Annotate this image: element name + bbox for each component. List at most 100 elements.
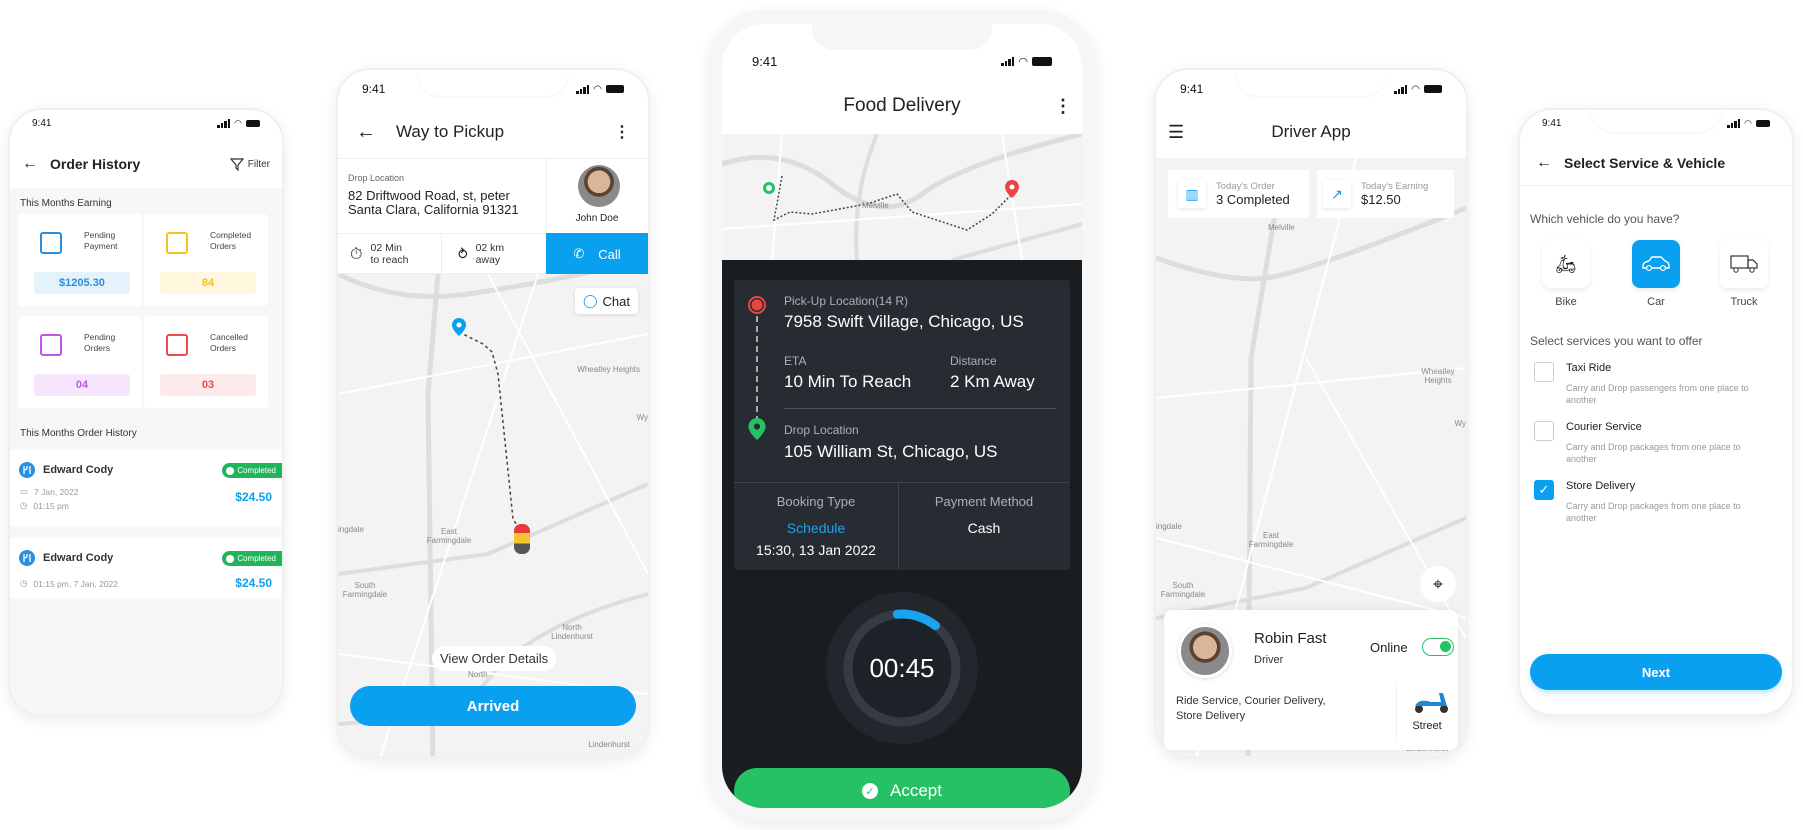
- status-text: Completed: [237, 466, 276, 475]
- map-label: Wheatley Heights: [1421, 367, 1455, 385]
- battery-icon: [606, 85, 624, 93]
- car-icon: [1642, 256, 1670, 272]
- map-label: East Farmingdale: [1248, 531, 1294, 549]
- order-details-card: Pick-Up Location(14 R) 7958 Swift Villag…: [734, 280, 1070, 570]
- status-bar: 9:41 ◠: [338, 82, 648, 96]
- view-order-details-button[interactable]: View Order Details: [432, 646, 557, 671]
- customer-name: Edward Cody: [43, 552, 114, 564]
- driver-profile-card: Robin Fast Driver Online Ride Service, C…: [1164, 610, 1458, 750]
- briefcase-icon: ▥: [1178, 180, 1206, 208]
- date-text: 7 Jan, 2022: [34, 486, 79, 497]
- status-bar: 9:41 ◠: [722, 54, 1082, 69]
- card-value: $1205.30: [34, 272, 130, 294]
- page-title: Way to Pickup: [396, 122, 505, 141]
- truck-icon: [1730, 255, 1758, 273]
- status-text: Completed: [237, 554, 276, 563]
- stats-row: ▥ Today's Order 3 Completed ↗ Today's Ear…: [1168, 170, 1454, 218]
- map-view[interactable]: Wheatley Heights Wy ingdale East Farming…: [338, 274, 648, 756]
- call-button[interactable]: ✆ Call: [546, 233, 648, 275]
- wifi-icon: ◠: [1411, 83, 1420, 95]
- food-delivery-screen: 9:41 ◠ Food Delivery ⋮ Melville Pick-Up …: [708, 10, 1096, 822]
- wifi-icon: ◠: [1018, 56, 1028, 68]
- back-arrow-icon[interactable]: ←: [22, 155, 38, 173]
- todays-earning-label: Today's Earning: [1361, 181, 1429, 192]
- battery-icon: [1756, 120, 1770, 127]
- chat-bubble-icon: ◯: [582, 293, 598, 308]
- map-label: South Farmingdale: [1160, 581, 1206, 599]
- battery-icon: [1032, 57, 1052, 66]
- pickup-location-label: Pick-Up Location(14 R): [784, 294, 909, 308]
- vehicle-option-car[interactable]: [1632, 240, 1680, 288]
- toggle-knob: [1440, 641, 1451, 652]
- vehicle-question: Which vehicle do you have?: [1530, 212, 1680, 226]
- calendar-icon: ▭: [20, 486, 29, 496]
- status-time: 9:41: [752, 54, 778, 69]
- more-menu-icon[interactable]: ⋮: [614, 122, 630, 142]
- vehicle-option-truck[interactable]: [1720, 240, 1768, 288]
- drop-address: 105 William St, Chicago, US: [784, 442, 998, 461]
- drop-location-label: Drop Location: [784, 423, 859, 437]
- status-bar: 9:41 ◠: [1520, 118, 1792, 129]
- service-title: Taxi Ride: [1566, 362, 1612, 374]
- order-history-screen: 9:41 ◠ ← Order History Filter This Month…: [8, 108, 284, 716]
- card-label: Completed Orders: [210, 230, 252, 252]
- vehicle-label-bike: Bike: [1555, 296, 1577, 308]
- signal-icon: [217, 119, 231, 128]
- accept-button[interactable]: ✓ Accept: [734, 768, 1070, 808]
- next-button[interactable]: Next: [1530, 654, 1782, 690]
- page-title: Order History: [50, 156, 141, 172]
- destination-pin-icon: [1005, 180, 1019, 198]
- customer-name: Edward Cody: [43, 464, 114, 476]
- clock-icon: ◷: [20, 500, 28, 510]
- checkbox-store-delivery[interactable]: ✓: [1534, 480, 1554, 500]
- back-arrow-icon[interactable]: ←: [1536, 154, 1552, 172]
- vehicle-option-bike[interactable]: 🛵︎: [1542, 240, 1590, 288]
- datetime-text: 01:15 pm, 7 Jan, 2022: [33, 578, 119, 589]
- check-circle-icon: [226, 554, 235, 563]
- page-title: Driver App: [1271, 122, 1351, 141]
- booking-time: 15:30, 13 Jan 2022: [756, 542, 876, 558]
- services-question: Select services you want to offer: [1530, 334, 1703, 348]
- arrived-button[interactable]: Arrived: [350, 686, 636, 726]
- earning-section-title: This Months Earning: [20, 198, 112, 209]
- todays-earning-value: $12.50: [1361, 192, 1401, 207]
- back-arrow-icon[interactable]: ←: [356, 121, 376, 144]
- card-label: Cancelled Orders: [210, 332, 248, 354]
- todays-order-card: ▥ Today's Order 3 Completed: [1168, 170, 1309, 218]
- eta-label: to reach: [370, 253, 409, 266]
- map-label: Wheatley Heights: [577, 365, 640, 374]
- rider-scooter-icon: [514, 524, 530, 554]
- chat-button[interactable]: ◯ Chat: [574, 288, 638, 314]
- route-path: [458, 331, 525, 537]
- map-roads: [722, 134, 1082, 260]
- history-section-title: This Months Order History: [20, 428, 137, 439]
- map-label: Melville: [862, 201, 889, 210]
- call-label: Call: [598, 246, 621, 262]
- earning-card[interactable]: Pending Payment $1205.30: [18, 214, 142, 306]
- earning-card[interactable]: Pending Orders 04: [18, 316, 142, 408]
- map-label: South Farmingdale: [342, 581, 388, 599]
- status-time: 9:41: [1542, 118, 1562, 129]
- checkmark-icon: ✓: [1538, 482, 1550, 497]
- hamburger-menu-icon[interactable]: ☰: [1168, 122, 1184, 143]
- order-row[interactable]: Edward Cody Completed ▭ 7 Jan, 2022 ◷ 01:1…: [10, 450, 282, 526]
- pickup-pin-icon: [452, 318, 466, 336]
- order-row[interactable]: Edward Cody Completed ◷ 01:15 pm, 7 Jan, …: [10, 538, 282, 598]
- filter-button[interactable]: Filter: [229, 157, 270, 171]
- card-value: 03: [160, 374, 256, 396]
- map-label: Wy: [636, 413, 648, 422]
- more-menu-icon[interactable]: ⋮: [1054, 96, 1072, 117]
- drop-pin-icon: [748, 418, 766, 440]
- locate-me-button[interactable]: ⌖: [1420, 566, 1456, 602]
- eta-label: ETA: [784, 354, 807, 368]
- distance-info: ⥁ 02 km away: [442, 234, 546, 275]
- earning-card[interactable]: Cancelled Orders 03: [144, 316, 268, 408]
- battery-icon: [246, 120, 260, 127]
- earning-card[interactable]: Completed Orders 84: [144, 214, 268, 306]
- payment-method-label: Payment Method: [934, 494, 1034, 509]
- order-date: ▭ 7 Jan, 2022: [20, 486, 78, 497]
- checkbox-taxi-ride[interactable]: [1534, 362, 1554, 382]
- checkbox-courier-service[interactable]: [1534, 421, 1554, 441]
- map-view[interactable]: Melville: [722, 134, 1082, 260]
- online-toggle[interactable]: [1422, 638, 1454, 656]
